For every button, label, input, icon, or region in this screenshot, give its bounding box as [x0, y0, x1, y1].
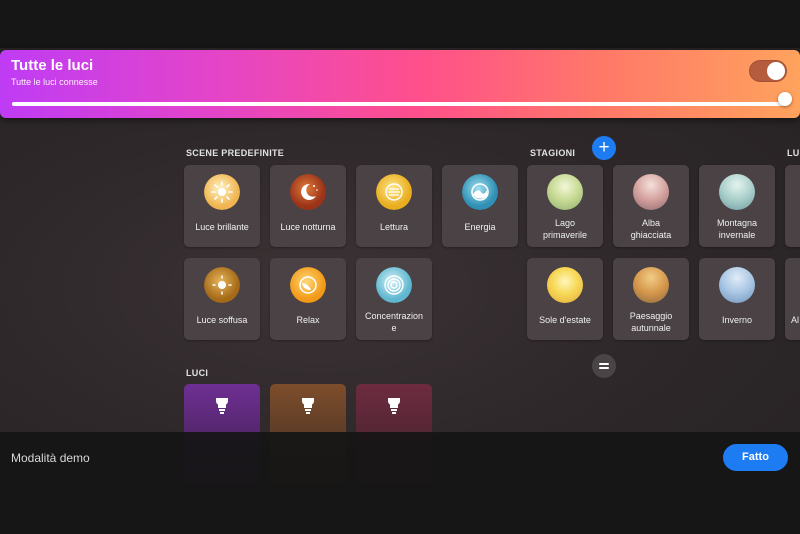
dim-sun-icon	[204, 267, 240, 303]
power-toggle[interactable]	[749, 60, 787, 82]
scene-tile-luce-soffusa[interactable]: Luce soffusa	[184, 258, 260, 340]
energy-icon	[462, 174, 498, 210]
summer-sun-image	[547, 267, 583, 303]
scene-label: Lettura	[379, 222, 409, 232]
scene-tile-concentrazione[interactable]: Concentrazione	[356, 258, 432, 340]
scene-tile-paesaggio-autunnale[interactable]: Paesaggio autunnale	[613, 258, 689, 340]
scene-label: Alba ghiacciata	[630, 218, 672, 240]
target-icon	[376, 267, 412, 303]
bulb-icon	[216, 398, 228, 414]
brightness-slider-fill	[12, 102, 784, 106]
lake-image	[547, 174, 583, 210]
frost-image	[633, 174, 669, 210]
scene-tile-luce-notturna[interactable]: Luce notturna	[270, 165, 346, 247]
relax-icon	[290, 267, 326, 303]
section-lights-title: LUCI	[186, 368, 209, 378]
add-scene-button[interactable]: +	[592, 136, 616, 160]
autumn-image	[633, 267, 669, 303]
scene-tile-partial-bottom[interactable]: Al	[785, 258, 800, 340]
header-subtitle: Tutte le luci connesse	[11, 77, 98, 87]
section-predefined-title: SCENE PREDEFINITE	[186, 148, 285, 158]
scene-label: Luce brillante	[195, 222, 249, 232]
brightness-slider-knob	[778, 92, 792, 106]
scene-label: Concentrazione	[364, 311, 424, 333]
header-title: Tutte le luci	[11, 57, 94, 74]
scene-tile-montagna-invernale[interactable]: Montagna invernale	[699, 165, 775, 247]
moon-icon	[290, 174, 326, 210]
section-seasons-title: STAGIONI	[530, 148, 576, 158]
demo-mode-label: Modalità demo	[11, 451, 90, 465]
scene-tile-energia[interactable]: Energia	[442, 165, 518, 247]
scene-tile-relax[interactable]: Relax	[270, 258, 346, 340]
demo-footer: Modalità demo Fatto	[0, 432, 800, 484]
scene-label: Montagna invernale	[716, 218, 758, 240]
scene-tile-lago-primaverile[interactable]: Lago primaverile	[527, 165, 603, 247]
section-partial-title: LU	[787, 148, 800, 158]
scene-tile-luce-brillante[interactable]: Luce brillante	[184, 165, 260, 247]
scene-label: Relax	[296, 315, 320, 325]
book-icon	[376, 174, 412, 210]
toggle-knob	[767, 62, 785, 80]
scene-tile-inverno[interactable]: Inverno	[699, 258, 775, 340]
scene-label: Al	[791, 315, 800, 325]
brightness-slider[interactable]	[12, 102, 784, 106]
done-button[interactable]: Fatto	[723, 444, 788, 471]
all-lights-header: Tutte le luci Tutte le luci connesse	[0, 50, 800, 118]
scene-label: Energia	[464, 222, 496, 232]
reorder-button[interactable]	[592, 354, 616, 378]
sun-icon	[204, 174, 240, 210]
scene-tile-alba-ghiacciata[interactable]: Alba ghiacciata	[613, 165, 689, 247]
bulb-icon	[388, 398, 400, 414]
scene-label: Sole d'estate	[539, 315, 591, 325]
scene-label: Luce soffusa	[196, 315, 248, 325]
scene-label: Lago primaverile	[542, 218, 587, 240]
scene-tile-partial-top[interactable]	[785, 165, 800, 247]
scene-label: Inverno	[721, 315, 753, 325]
bulb-icon	[302, 398, 314, 414]
scene-label: Paesaggio autunnale	[629, 311, 673, 333]
winter-image	[719, 267, 755, 303]
mountain-image	[719, 174, 755, 210]
scene-label: Luce notturna	[280, 222, 336, 232]
scene-tile-lettura[interactable]: Lettura	[356, 165, 432, 247]
scene-tile-sole-destate[interactable]: Sole d'estate	[527, 258, 603, 340]
